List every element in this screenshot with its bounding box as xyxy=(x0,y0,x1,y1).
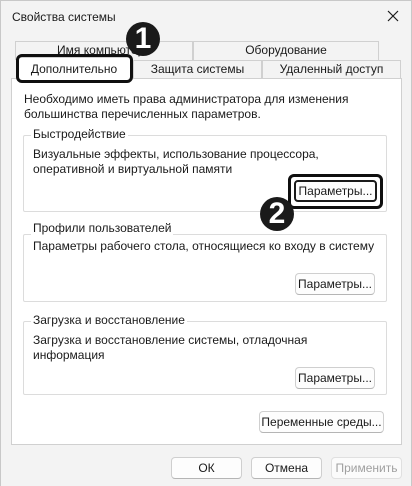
user-profiles-title: Профили пользователей xyxy=(31,221,174,235)
cancel-button[interactable]: Отмена xyxy=(251,457,322,479)
user-profiles-description: Параметры рабочего стола, относящиеся ко… xyxy=(33,239,375,253)
performance-settings-button[interactable]: Параметры... xyxy=(294,180,377,202)
tab-remote-access[interactable]: Удаленный доступ xyxy=(262,60,401,79)
callout-1: 1 xyxy=(126,22,160,56)
window-title: Свойства системы xyxy=(12,10,116,24)
performance-title: Быстродействие xyxy=(31,127,128,141)
user-profiles-settings-button[interactable]: Параметры... xyxy=(295,273,375,295)
environment-variables-button[interactable]: Переменные среды... xyxy=(259,411,384,433)
startup-recovery-title: Загрузка и восстановление xyxy=(31,313,187,327)
title-bar: Свойства системы xyxy=(1,1,411,33)
ok-button[interactable]: ОК xyxy=(171,457,242,479)
startup-recovery-description: Загрузка и восстановление системы, отлад… xyxy=(33,333,308,362)
dialog-footer: ОК Отмена Применить xyxy=(1,449,411,486)
callout-2: 2 xyxy=(260,197,294,231)
tab-hardware[interactable]: Оборудование xyxy=(193,41,379,60)
tab-advanced[interactable]: Дополнительно xyxy=(17,57,131,81)
admin-notice: Необходимо иметь права администратора дл… xyxy=(24,92,349,121)
apply-button[interactable]: Применить xyxy=(331,457,402,479)
close-icon[interactable] xyxy=(381,5,405,27)
system-properties-window: Свойства системы Имя компьютера Оборудов… xyxy=(0,0,412,486)
startup-recovery-settings-button[interactable]: Параметры... xyxy=(295,367,375,389)
performance-description: Визуальные эффекты, использование процес… xyxy=(33,147,319,176)
tab-system-protection[interactable]: Защита системы xyxy=(133,60,262,79)
